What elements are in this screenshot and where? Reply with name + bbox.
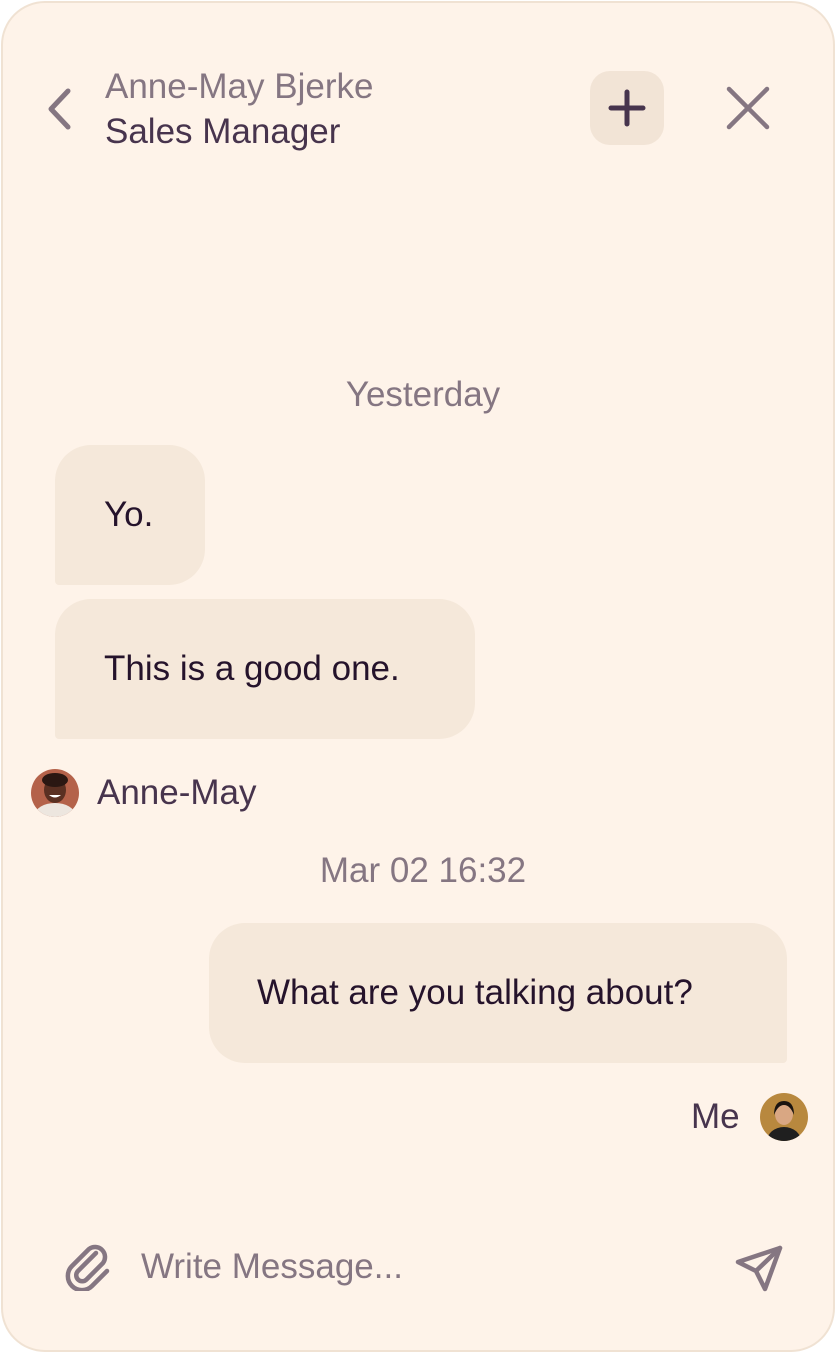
message-sender: Anne-May: [31, 769, 257, 817]
send-button[interactable]: [731, 1241, 787, 1297]
plus-icon: [608, 89, 646, 127]
paperclip-icon: [65, 1244, 110, 1291]
sender-name: Anne-May: [97, 773, 257, 812]
send-icon: [735, 1245, 783, 1292]
avatar-me[interactable]: [759, 1093, 808, 1141]
add-button[interactable]: [590, 71, 664, 145]
message-text: Yo.: [104, 495, 154, 534]
message-text: This is a good one.: [104, 649, 400, 688]
message-bubble-incoming: Yo.: [55, 445, 205, 585]
message-text: What are you talking about?: [257, 973, 693, 1012]
message-input[interactable]: [141, 1239, 701, 1295]
message-bubble-outgoing: What are you talking about?: [209, 923, 787, 1063]
attach-button[interactable]: [61, 1239, 115, 1293]
chevron-left-icon: [48, 88, 71, 130]
message-sender: Me: [691, 1093, 808, 1141]
chat-panel: Anne-May Bjerke Sales Manager Yesterday …: [1, 1, 835, 1352]
back-button[interactable]: [39, 81, 79, 137]
sender-name: Me: [691, 1097, 740, 1136]
contact-name: Anne-May Bjerke: [105, 67, 374, 106]
message-bubble-incoming: This is a good one.: [55, 599, 475, 739]
close-button[interactable]: [721, 81, 775, 135]
close-icon: [726, 86, 770, 130]
date-divider: Yesterday: [345, 375, 501, 414]
contact-role: Sales Manager: [105, 112, 341, 151]
avatar-anne-may[interactable]: [31, 769, 79, 817]
date-divider: Mar 02 16:32: [319, 851, 527, 890]
